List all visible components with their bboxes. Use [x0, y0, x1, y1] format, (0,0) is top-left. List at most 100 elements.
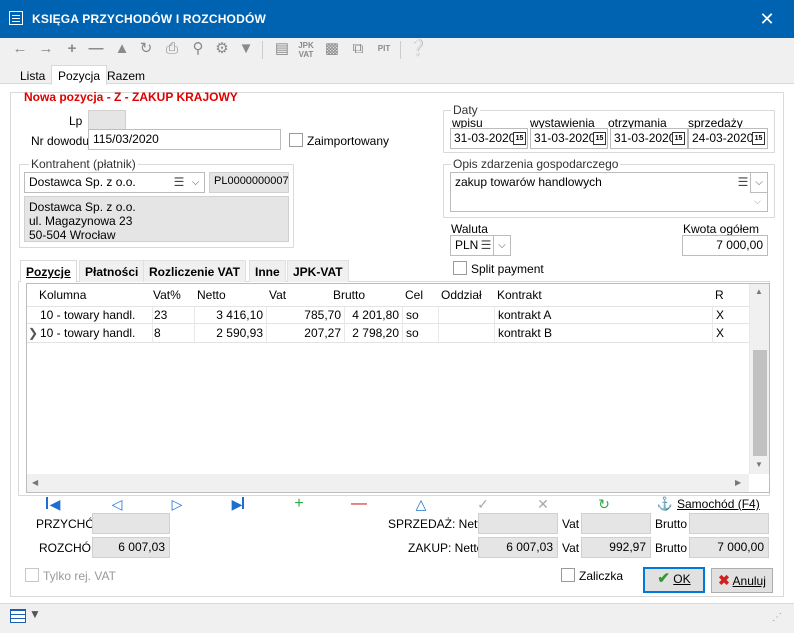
- edit-record-icon[interactable]: △: [412, 496, 430, 512]
- col-vat[interactable]: Vat: [269, 288, 286, 306]
- przychod-value: [92, 513, 170, 534]
- col-r[interactable]: R: [715, 288, 724, 306]
- chevron-down-icon[interactable]: ⌵: [493, 235, 511, 256]
- calendar-icon[interactable]: 15: [593, 132, 606, 145]
- tylko-vat-checkbox[interactable]: [25, 568, 39, 582]
- settings-icon[interactable]: ⚙: [212, 38, 232, 62]
- zaliczka-label: Zaliczka: [579, 569, 624, 583]
- chevron-down-icon[interactable]: ⌵: [754, 196, 761, 207]
- zaliczka-checkbox[interactable]: [561, 568, 575, 582]
- kwota-input[interactable]: 7 000,00: [682, 235, 768, 256]
- import-icon[interactable]: ▩: [322, 38, 342, 62]
- cell-vat: 785,70: [267, 307, 345, 325]
- plus-icon[interactable]: +: [62, 38, 82, 62]
- cell-cel: so: [403, 325, 439, 343]
- zaimportowany-checkbox[interactable]: [289, 133, 303, 147]
- resize-grip-icon[interactable]: ⋰: [772, 612, 782, 623]
- preview-icon[interactable]: ⚲: [188, 38, 208, 62]
- vertical-scrollbar[interactable]: ▲ ▼: [749, 284, 769, 474]
- date-wystawienia-value: 31-03-2020: [534, 131, 596, 145]
- col-netto[interactable]: Netto: [197, 288, 226, 306]
- list-icon[interactable]: ☰: [480, 235, 492, 256]
- zaimportowany-label: Zaimportowany: [307, 134, 390, 148]
- calendar-icon[interactable]: 15: [513, 132, 526, 145]
- first-record-bar: [46, 497, 48, 509]
- delete-record-icon[interactable]: —: [350, 496, 368, 512]
- sprzedaz-netto: [478, 513, 558, 534]
- tab-platnosci[interactable]: Płatności: [79, 260, 145, 282]
- sprzedaz-vat: [581, 513, 651, 534]
- tab-jpk-vat[interactable]: JPK-VAT: [287, 260, 349, 282]
- tab-inne[interactable]: Inne: [249, 260, 286, 282]
- arrow-right-icon[interactable]: →: [36, 38, 56, 62]
- chevron-left-icon[interactable]: ◀: [32, 478, 38, 487]
- cancel-record-icon[interactable]: ✕: [534, 496, 552, 512]
- col-kontrakt[interactable]: Kontrakt: [497, 288, 542, 306]
- chevron-right-icon[interactable]: ▶: [735, 478, 741, 487]
- tab-razem[interactable]: Razem: [101, 66, 151, 85]
- calendar-icon[interactable]: 15: [672, 132, 685, 145]
- copy-icon[interactable]: ⧉: [348, 38, 368, 62]
- kontrahent-group-label: Kontrahent (płatnik): [29, 157, 138, 171]
- tab-lista[interactable]: Lista: [14, 66, 51, 85]
- chevron-down-icon[interactable]: ⌵: [750, 172, 768, 193]
- post-record-icon[interactable]: ✓: [474, 496, 492, 512]
- col-cel[interactable]: Cel: [405, 288, 423, 306]
- help-icon[interactable]: ❔: [408, 38, 428, 62]
- chevron-down-icon[interactable]: ▼: [755, 460, 763, 469]
- nr-dowodu-input[interactable]: 115/03/2020: [88, 129, 281, 150]
- opis-input[interactable]: zakup towarów handlowych: [450, 172, 768, 212]
- horizontal-scrollbar[interactable]: ◀ ▶: [27, 474, 749, 492]
- table-row[interactable]: 10 - towary handl. 23 3 416,10 785,70 4 …: [27, 306, 749, 325]
- table-row[interactable]: ❯ 10 - towary handl. 8 2 590,93 207,27 2…: [27, 325, 749, 343]
- rozchod-value: 6 007,03: [92, 537, 170, 558]
- calendar-icon[interactable]: 15: [752, 132, 765, 145]
- print-icon[interactable]: ⎙: [162, 38, 182, 62]
- warning-icon[interactable]: ▲: [112, 38, 132, 62]
- tab-rozliczenie-vat[interactable]: Rozliczenie VAT: [143, 260, 246, 282]
- main-tabs: Lista Pozycja Razem: [0, 62, 794, 85]
- lp-label: Lp: [69, 114, 83, 128]
- grid-view-icon[interactable]: [10, 609, 26, 623]
- car-icon[interactable]: ⚓: [656, 496, 674, 512]
- samochod-link[interactable]: Samochód (F4): [677, 497, 760, 511]
- chevron-down-icon[interactable]: ⌵: [187, 172, 205, 193]
- cancel-button[interactable]: ✖ Anuluj: [711, 568, 773, 593]
- sprzedaz-brutto: [689, 513, 769, 534]
- cell-oddzial: [439, 307, 495, 325]
- zakup-vat-label: Vat: [562, 541, 580, 555]
- filter-settings-icon[interactable]: ▼: [29, 607, 41, 621]
- col-oddzial[interactable]: Oddział: [441, 288, 482, 306]
- refresh-icon[interactable]: ↻: [595, 496, 613, 512]
- minus-icon[interactable]: —: [86, 38, 106, 62]
- close-icon[interactable]: ✕: [752, 6, 782, 32]
- next-record-icon[interactable]: ▷: [168, 496, 186, 512]
- kontrahent-input[interactable]: Dostawca Sp. z o.o.: [24, 172, 187, 193]
- cell-netto: 3 416,10: [195, 307, 267, 325]
- first-record-icon[interactable]: ◀: [46, 496, 64, 512]
- toolbar-separator: [262, 41, 263, 59]
- jpk-vat-icon[interactable]: JPK VAT: [296, 38, 316, 62]
- ok-button[interactable]: ✔ OK: [643, 567, 705, 593]
- tab-pozycje[interactable]: Pozycje: [20, 260, 77, 282]
- tab-pozycja[interactable]: Pozycja: [51, 65, 108, 85]
- nr-dowodu-label: Nr dowodu: [31, 134, 90, 148]
- col-brutto[interactable]: Brutto: [333, 288, 365, 306]
- filter-icon[interactable]: ▼: [236, 38, 256, 62]
- ok-label: OK: [673, 572, 691, 586]
- col-vat-pct[interactable]: Vat%: [153, 288, 181, 306]
- refresh-icon[interactable]: ↻: [136, 38, 156, 62]
- cell-brutto: 4 201,80: [345, 307, 403, 325]
- list-icon[interactable]: ☰: [173, 172, 185, 193]
- export-icon[interactable]: ▤: [272, 38, 292, 62]
- col-kolumna[interactable]: Kolumna: [39, 288, 86, 306]
- pit-icon[interactable]: PIT: [374, 38, 394, 62]
- chevron-up-icon[interactable]: ▲: [755, 287, 763, 296]
- scrollbar-thumb[interactable]: [753, 350, 767, 456]
- prev-record-icon[interactable]: ◁: [108, 496, 126, 512]
- window-title: KSIĘGA PRZYCHODÓW I ROZCHODÓW: [32, 12, 267, 26]
- cell-kolumna: 10 - towary handl.: [37, 307, 153, 325]
- arrow-left-icon[interactable]: ←: [10, 38, 30, 62]
- list-icon[interactable]: ☰: [737, 172, 749, 193]
- add-record-icon[interactable]: +: [290, 496, 308, 512]
